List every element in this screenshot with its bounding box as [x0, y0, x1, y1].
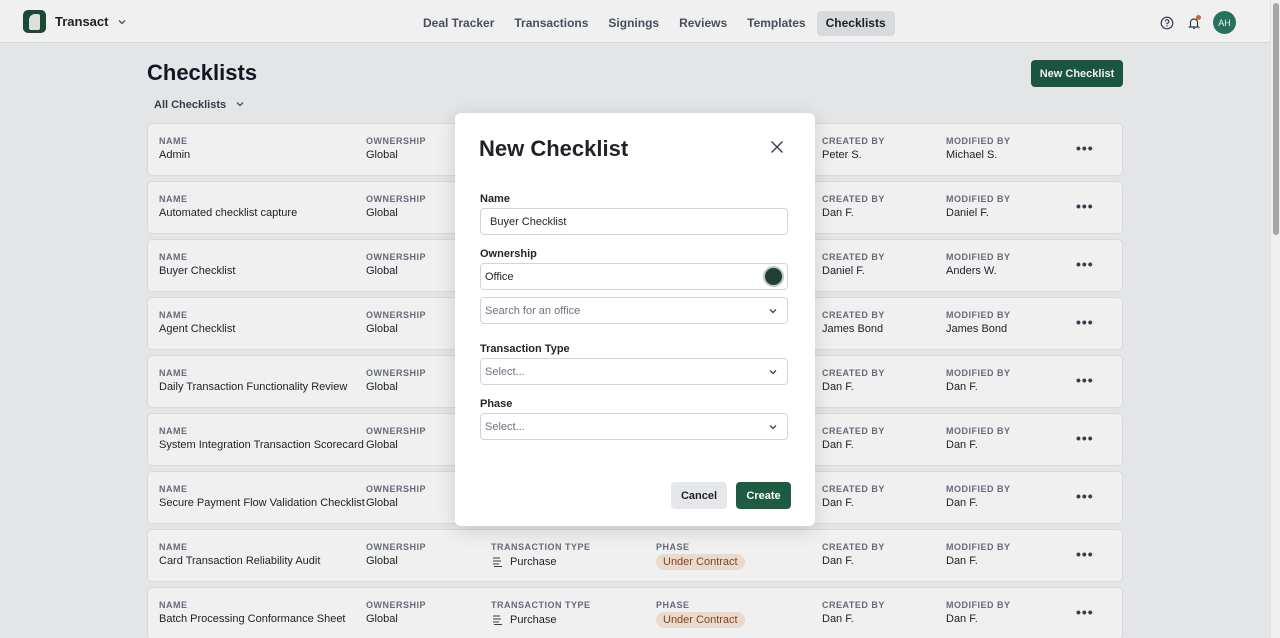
- phase-placeholder: Select...: [485, 420, 525, 433]
- name-label: Name: [480, 193, 510, 205]
- office-search-placeholder: Search for an office: [485, 304, 581, 317]
- transaction-type-label: Transaction Type: [480, 343, 570, 355]
- ownership-label: Ownership: [480, 248, 537, 260]
- chevron-down-icon: [769, 370, 777, 375]
- ownership-selected: Office: [485, 270, 514, 283]
- close-icon[interactable]: [769, 139, 785, 155]
- name-value: Buyer Checklist: [490, 215, 567, 228]
- new-checklist-dialog: New Checklist Name Buyer Checklist Owner…: [455, 113, 815, 526]
- create-button[interactable]: Create: [736, 482, 791, 509]
- phase-label: Phase: [480, 398, 513, 410]
- page-scrollbar[interactable]: [1270, 0, 1280, 638]
- ownership-field[interactable]: Office: [480, 263, 788, 290]
- phase-select[interactable]: Select...: [480, 413, 788, 440]
- transaction-type-placeholder: Select...: [485, 365, 525, 378]
- office-search-select[interactable]: Search for an office: [480, 297, 788, 324]
- ownership-toggle[interactable]: [763, 266, 784, 287]
- transaction-type-select[interactable]: Select...: [480, 358, 788, 385]
- cancel-button[interactable]: Cancel: [671, 482, 727, 509]
- chevron-down-icon: [769, 309, 777, 314]
- chevron-down-icon: [769, 425, 777, 430]
- name-field[interactable]: Buyer Checklist: [480, 208, 788, 235]
- dialog-title: New Checklist: [479, 136, 629, 161]
- scrollbar-thumb[interactable]: [1273, 3, 1279, 235]
